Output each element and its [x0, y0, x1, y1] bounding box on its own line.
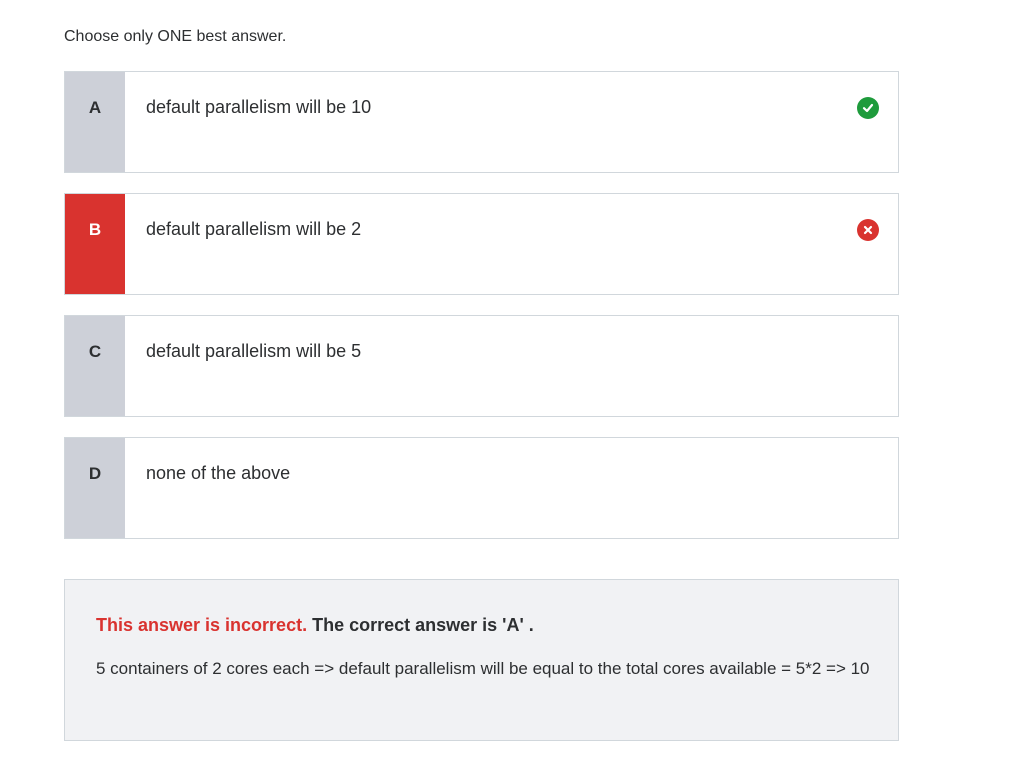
option-letter: A: [65, 72, 125, 172]
correct-answer-label: The correct answer is 'A' .: [312, 615, 534, 635]
option-text: none of the above: [146, 463, 291, 483]
option-d[interactable]: D none of the above: [64, 437, 899, 539]
option-c[interactable]: C default parallelism will be 5: [64, 315, 899, 417]
x-circle-icon: [857, 219, 879, 241]
option-text: default parallelism will be 10: [146, 97, 372, 117]
incorrect-label: This answer is incorrect.: [96, 615, 308, 635]
option-text: default parallelism will be 2: [146, 219, 362, 239]
option-status: [838, 438, 898, 538]
explanation-text: 5 containers of 2 cores each => default …: [96, 659, 870, 678]
option-a[interactable]: A default parallelism will be 10: [64, 71, 899, 173]
instruction-text: Choose only ONE best answer.: [64, 28, 287, 45]
option-status: [838, 72, 898, 172]
feedback-headline: This answer is incorrect. The correct an…: [96, 615, 534, 636]
option-status: [838, 316, 898, 416]
check-circle-icon: [857, 97, 879, 119]
option-text: default parallelism will be 5: [146, 341, 362, 361]
option-letter: B: [65, 194, 125, 294]
option-b[interactable]: B default parallelism will be 2: [64, 193, 899, 295]
option-letter: C: [65, 316, 125, 416]
option-status: [838, 194, 898, 294]
quiz-page: Choose only ONE best answer. A default p…: [0, 0, 1011, 762]
answer-feedback-panel: This answer is incorrect. The correct an…: [64, 579, 899, 741]
option-letter: D: [65, 438, 125, 538]
